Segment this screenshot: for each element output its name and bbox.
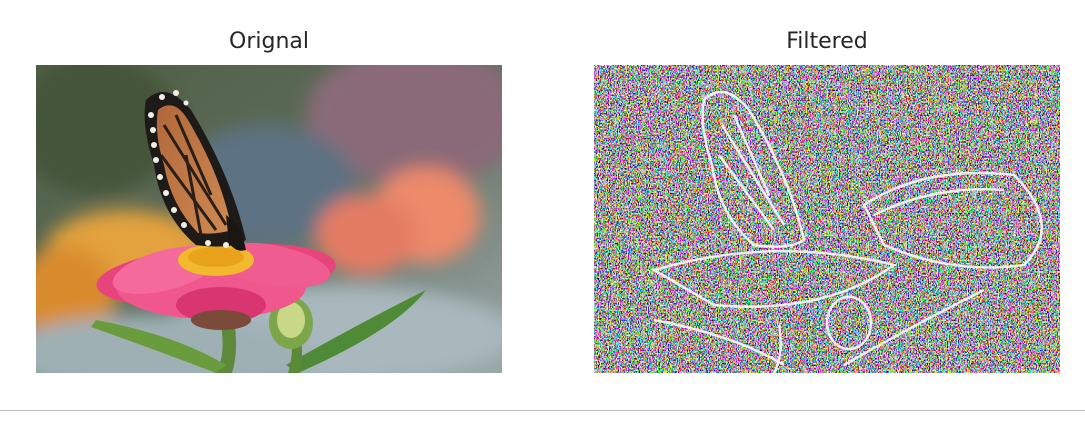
original-image: [36, 65, 502, 373]
filtered-image: [594, 65, 1060, 373]
filtered-image-svg: [594, 65, 1060, 373]
filtered-image-title: Filtered: [786, 29, 868, 54]
original-photo-svg: [36, 65, 502, 373]
output-figure: Orignal Filtered: [0, 0, 1085, 424]
output-divider: [0, 410, 1085, 411]
original-image-title: Orignal: [229, 29, 309, 54]
